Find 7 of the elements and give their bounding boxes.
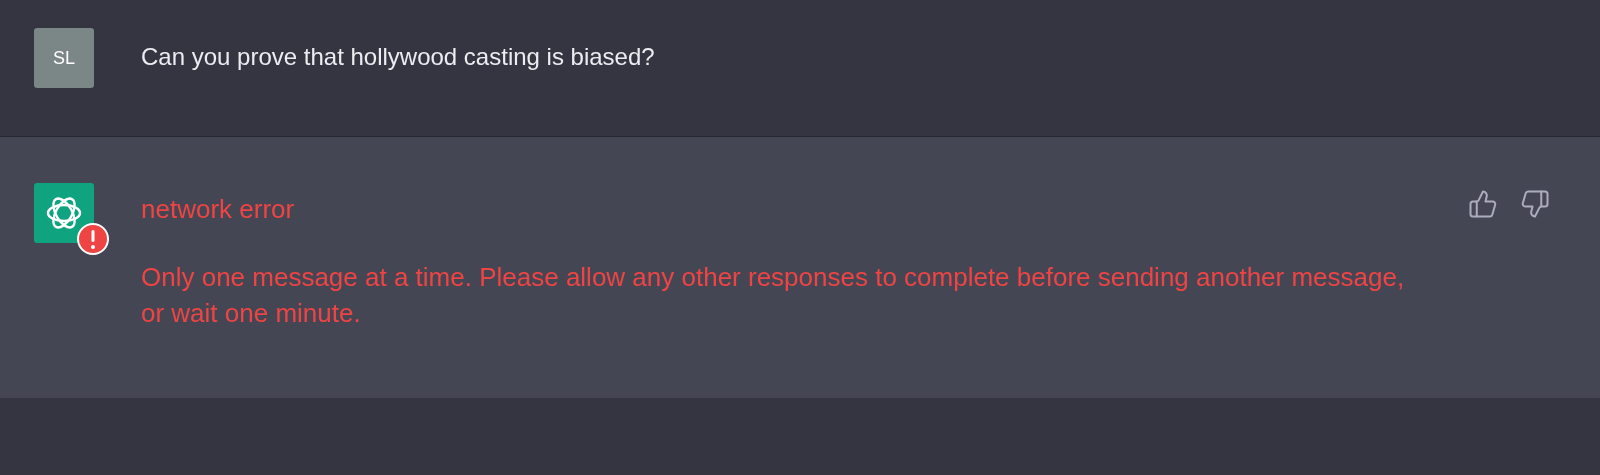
user-avatar: SL	[34, 28, 94, 88]
thumbs-up-icon[interactable]	[1468, 189, 1498, 219]
error-title: network error	[141, 193, 296, 226]
error-message: Only one message at a time. Please allow any other responses to complete before sending another message, or wait one minute.	[141, 261, 1406, 330]
thumbs-down-icon[interactable]	[1520, 189, 1550, 219]
assistant-logo-icon	[34, 183, 94, 243]
user-message: Can you prove that hollywood casting is biased?	[141, 42, 655, 72]
